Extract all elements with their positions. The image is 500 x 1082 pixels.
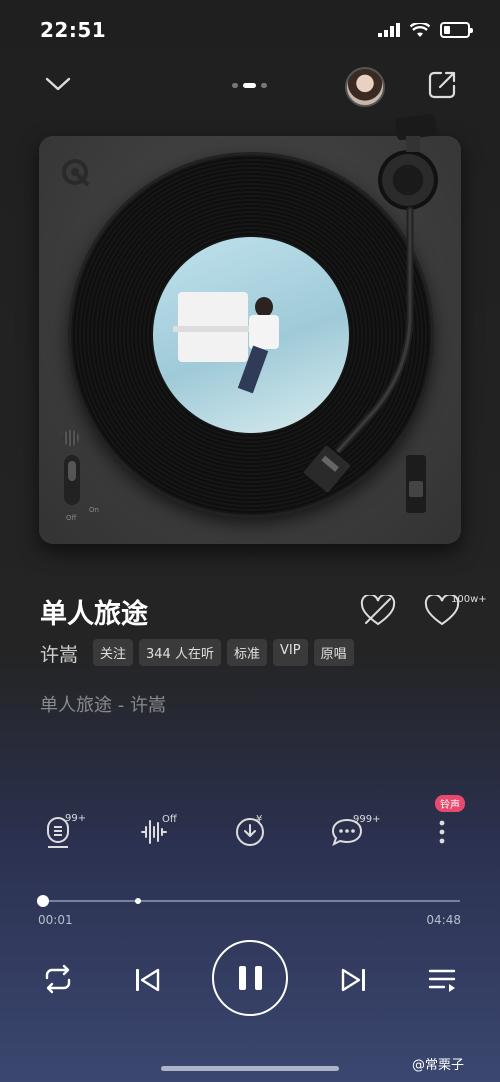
wifi-icon xyxy=(410,22,430,37)
deck-knob xyxy=(63,430,79,446)
total-time: 04:48 xyxy=(426,913,461,927)
vip-tag[interactable]: VIP xyxy=(272,639,308,666)
song-tags: 关注 344 人在听 标准 VIP 原唱 xyxy=(93,639,354,666)
home-indicator[interactable] xyxy=(161,1066,339,1071)
like-count: 100w+ xyxy=(451,594,487,605)
signal-icon xyxy=(378,23,400,37)
artist-avatar[interactable] xyxy=(345,67,385,107)
artist-name[interactable]: 许嵩 xyxy=(40,640,78,667)
progress-track[interactable] xyxy=(42,900,460,902)
song-title: 单人旅途 xyxy=(40,599,148,630)
pager-dot xyxy=(261,83,267,88)
dislike-heart-icon[interactable] xyxy=(360,595,396,627)
next-track-icon[interactable] xyxy=(339,966,367,994)
comment-badge: 99+ xyxy=(65,813,87,824)
progress-thumb[interactable] xyxy=(37,895,49,907)
current-time: 00:01 xyxy=(38,913,73,927)
follow-button[interactable]: 关注 xyxy=(93,639,134,666)
comments-badge: 999+ xyxy=(353,814,381,825)
switch-on-label: On xyxy=(89,506,99,514)
download-price-badge: ¥ xyxy=(256,814,263,825)
listeners-tag[interactable]: 344 人在听 xyxy=(139,639,221,666)
share-icon[interactable] xyxy=(427,70,457,100)
speed-switch[interactable] xyxy=(406,455,426,513)
tonearm xyxy=(301,113,437,495)
cover-person xyxy=(237,297,283,394)
original-tag[interactable]: 原唱 xyxy=(313,639,354,666)
pager-dot xyxy=(232,83,238,88)
brand-logo-icon xyxy=(62,159,90,187)
collapse-chevron-icon[interactable] xyxy=(45,76,71,92)
quality-tag[interactable]: 标准 xyxy=(226,639,267,666)
pause-bar xyxy=(254,966,262,990)
status-time: 22:51 xyxy=(40,18,107,42)
battery-icon xyxy=(440,22,473,38)
repeat-icon[interactable] xyxy=(41,964,75,994)
previous-track-icon[interactable] xyxy=(134,966,162,994)
effect-badge: Off xyxy=(162,814,177,825)
watermark: @常栗子 xyxy=(412,1058,465,1073)
power-switch[interactable] xyxy=(64,455,80,505)
buffer-marker xyxy=(135,898,141,904)
lyric-line[interactable]: 单人旅途 - 许嵩 xyxy=(40,691,166,717)
pager-dot-active xyxy=(243,83,256,88)
status-icons xyxy=(378,22,473,38)
more-icon[interactable] xyxy=(437,820,447,844)
cover-piano xyxy=(173,292,253,362)
pause-bar xyxy=(238,966,246,990)
ringtone-badge[interactable]: 铃声 xyxy=(435,795,465,812)
page-indicator xyxy=(232,83,267,88)
pause-button[interactable] xyxy=(212,940,288,1016)
playlist-icon[interactable] xyxy=(428,966,458,994)
switch-off-label: Off xyxy=(66,514,77,522)
